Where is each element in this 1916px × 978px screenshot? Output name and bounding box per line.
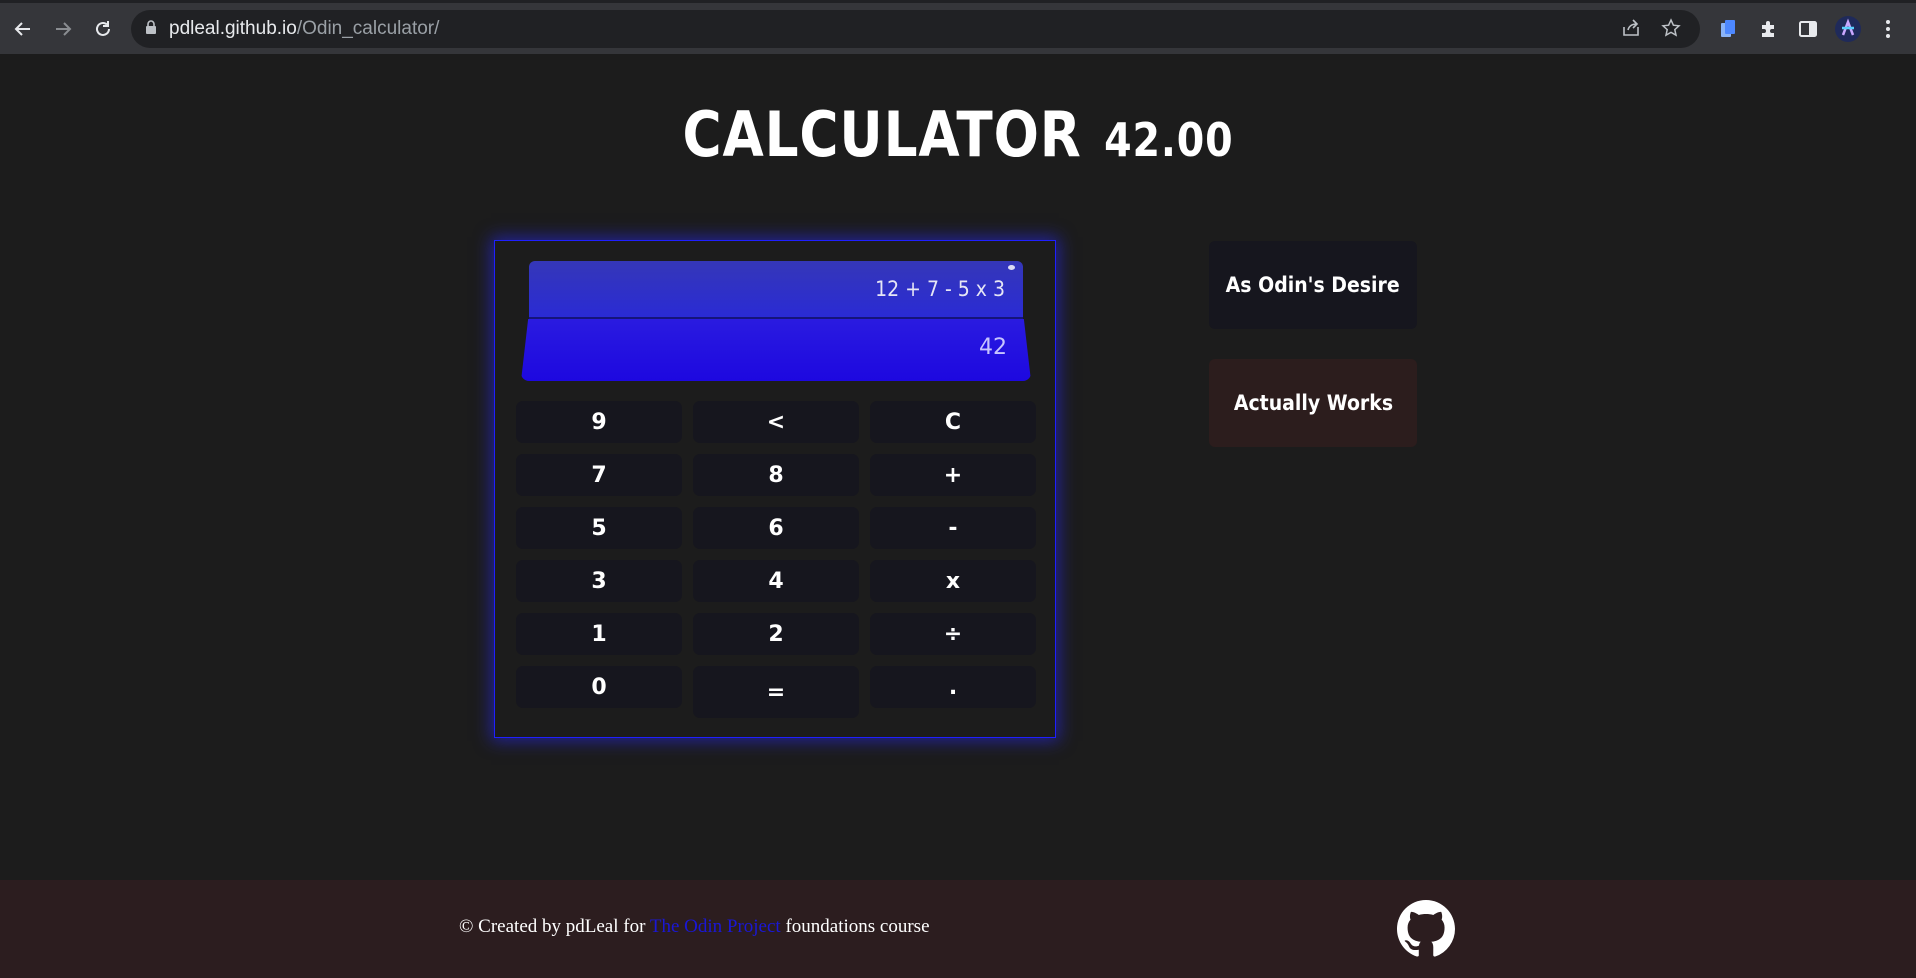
lock-icon bbox=[145, 18, 157, 40]
menu-kebab-icon[interactable] bbox=[1874, 15, 1902, 43]
extension-doc-icon[interactable] bbox=[1714, 15, 1742, 43]
key-decimal[interactable]: . bbox=[870, 666, 1036, 708]
title-number: 42.00 bbox=[1104, 113, 1234, 167]
key-add[interactable]: + bbox=[870, 454, 1036, 496]
key-clear[interactable]: C bbox=[870, 401, 1036, 443]
actually-works-button[interactable]: Actually Works bbox=[1209, 359, 1417, 447]
bookmark-star-icon[interactable] bbox=[1660, 17, 1682, 39]
key-5[interactable]: 5 bbox=[516, 507, 682, 549]
result-text: 42 bbox=[979, 335, 1007, 360]
key-divide[interactable]: ÷ bbox=[870, 613, 1036, 655]
back-icon[interactable] bbox=[9, 15, 37, 43]
credit-prefix: © Created by pdLeal for bbox=[459, 916, 646, 937]
github-icon[interactable] bbox=[1397, 900, 1455, 958]
expression-display: 12 + 7 - 5 x 3 bbox=[529, 261, 1023, 319]
key-8[interactable]: 8 bbox=[693, 454, 859, 496]
odin-project-link[interactable]: The Odin Project bbox=[650, 916, 781, 937]
key-7[interactable]: 7 bbox=[516, 454, 682, 496]
calculator: 12 + 7 - 5 x 3 42 9 < C 7 8 + 5 6 - 3 4 … bbox=[494, 240, 1056, 738]
url-host: pdleal.github.io bbox=[169, 18, 297, 39]
key-backspace[interactable]: < bbox=[693, 401, 859, 443]
key-6[interactable]: 6 bbox=[693, 507, 859, 549]
key-multiply[interactable]: x bbox=[870, 560, 1036, 602]
actually-works-label: Actually Works bbox=[1233, 391, 1393, 415]
key-4[interactable]: 4 bbox=[693, 560, 859, 602]
forward-icon[interactable] bbox=[49, 15, 77, 43]
key-9[interactable]: 9 bbox=[516, 401, 682, 443]
side-panel-icon[interactable] bbox=[1794, 15, 1822, 43]
key-equals[interactable]: = bbox=[693, 666, 859, 718]
key-0[interactable]: 0 bbox=[516, 666, 682, 708]
credit-suffix: foundations course bbox=[785, 916, 930, 937]
key-2[interactable]: 2 bbox=[693, 613, 859, 655]
profile-avatar-icon[interactable] bbox=[1834, 15, 1862, 43]
result-display: 42 bbox=[521, 319, 1031, 381]
odin-desire-label: As Odin's Desire bbox=[1226, 273, 1400, 297]
expression-text: 12 + 7 - 5 x 3 bbox=[875, 277, 1005, 301]
key-subtract[interactable]: - bbox=[870, 507, 1036, 549]
odin-desire-button[interactable]: As Odin's Desire bbox=[1209, 241, 1417, 329]
share-icon[interactable] bbox=[1620, 17, 1642, 39]
puzzle-icon[interactable] bbox=[1754, 15, 1782, 43]
page-title: CALCULATOR 42.00 bbox=[134, 98, 1782, 171]
key-3[interactable]: 3 bbox=[516, 560, 682, 602]
key-1[interactable]: 1 bbox=[516, 613, 682, 655]
display-dot bbox=[1008, 265, 1015, 270]
browser-toolbar: pdleal.github.io/Odin_calculator/ bbox=[0, 0, 1916, 54]
title-text: CALCULATOR bbox=[682, 98, 1082, 171]
address-bar[interactable]: pdleal.github.io/Odin_calculator/ bbox=[131, 10, 1700, 48]
footer: © Created by pdLeal for The Odin Project… bbox=[0, 880, 1916, 978]
reload-icon[interactable] bbox=[89, 15, 117, 43]
url-path: /Odin_calculator/ bbox=[296, 18, 440, 39]
footer-credit: © Created by pdLeal for The Odin Project… bbox=[459, 916, 930, 938]
